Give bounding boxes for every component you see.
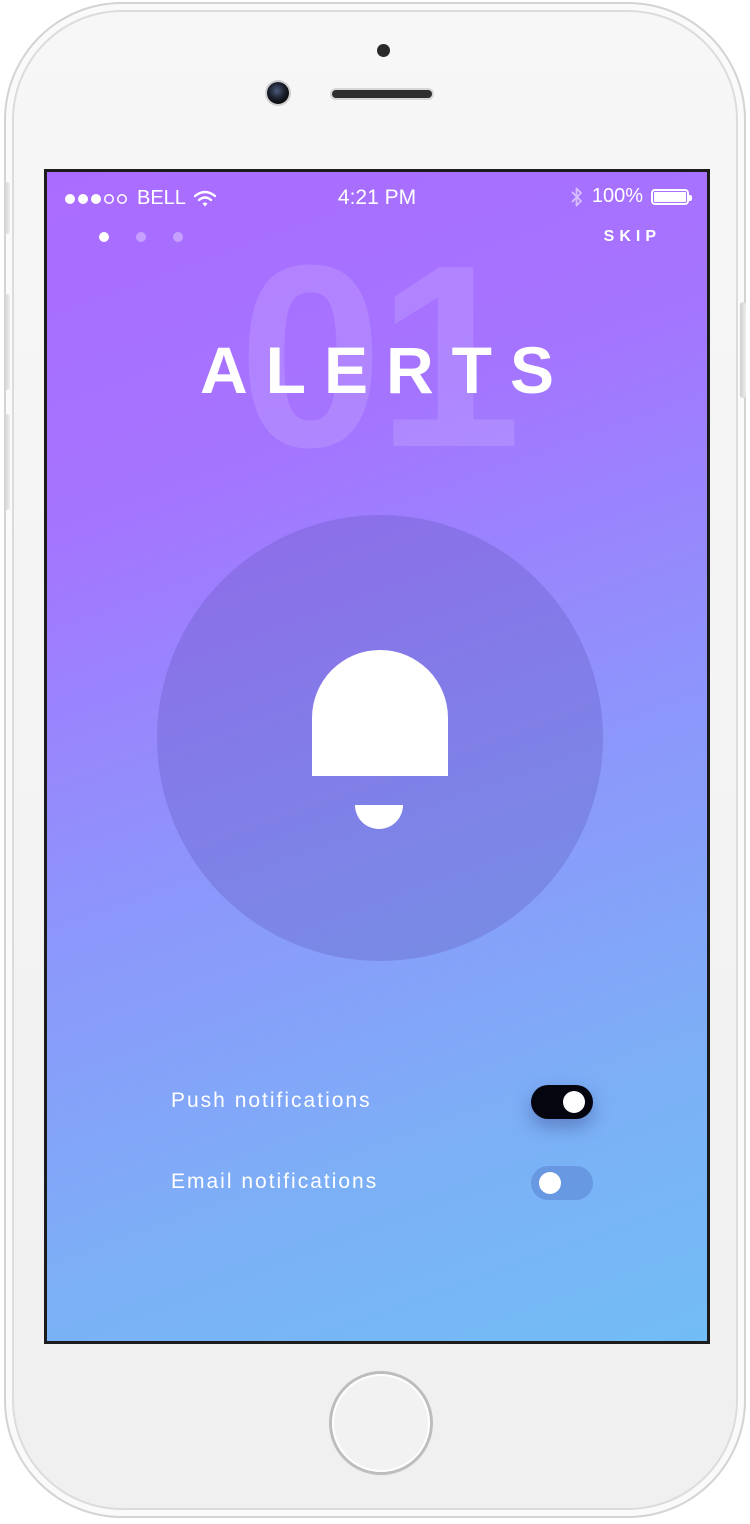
- setting-row-push: Push notifications: [171, 1085, 593, 1125]
- onboarding-screen: BELL 4:21 PM 100% SKIP 01 ALERTS Push no…: [44, 169, 710, 1344]
- push-notifications-toggle[interactable]: [531, 1085, 593, 1119]
- email-notifications-toggle[interactable]: [531, 1166, 593, 1200]
- volume-up-button: [4, 294, 10, 390]
- status-right-group: 100%: [570, 185, 692, 208]
- toggle-knob: [563, 1091, 585, 1113]
- home-button[interactable]: [332, 1374, 430, 1472]
- power-button: [740, 302, 746, 398]
- mute-switch: [4, 182, 10, 234]
- setting-row-email: Email notifications: [171, 1166, 593, 1206]
- push-notifications-label: Push notifications: [171, 1089, 372, 1112]
- battery-icon: [651, 188, 692, 205]
- earpiece-speaker: [332, 90, 432, 98]
- toggle-knob: [539, 1172, 561, 1194]
- battery-percent: 100%: [591, 185, 643, 207]
- email-notifications-label: Email notifications: [171, 1170, 379, 1193]
- proximity-sensor: [377, 44, 390, 57]
- page-title: ALERTS: [200, 333, 572, 407]
- volume-down-button: [4, 414, 10, 510]
- bluetooth-icon: [571, 187, 582, 206]
- bell-icon: [312, 650, 448, 829]
- front-camera: [267, 82, 289, 104]
